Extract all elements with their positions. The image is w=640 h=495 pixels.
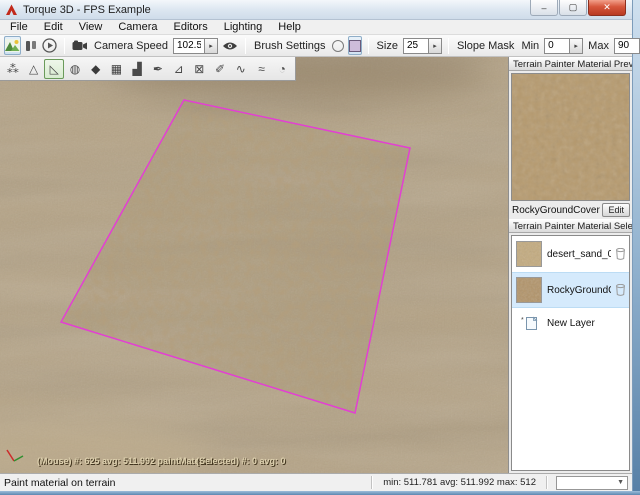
camera-speed-input[interactable] bbox=[173, 38, 205, 54]
material-preview-image bbox=[511, 73, 630, 201]
mouse-stats: (Mouse) #: 625 avg: 511.992 paintMateria… bbox=[37, 456, 213, 466]
torque-logo-icon bbox=[5, 4, 18, 16]
lower-height-slope-icon[interactable]: ◺ bbox=[44, 59, 64, 79]
play-icon bbox=[42, 38, 57, 53]
material-preview-header: Terrain Painter Material Preview bbox=[509, 57, 632, 71]
material-selector-header: Terrain Painter Material Selector bbox=[509, 219, 632, 233]
edit-material-button[interactable]: Edit bbox=[602, 203, 630, 217]
close-button[interactable]: ✕ bbox=[588, 0, 626, 16]
flatten-icon[interactable]: ▟ bbox=[127, 59, 147, 79]
camera-speed-label: Camera Speed bbox=[94, 40, 168, 52]
set-height-icon[interactable]: ▦ bbox=[107, 59, 127, 79]
grab-terrain-icon[interactable]: ⁂ bbox=[3, 59, 23, 79]
min-label: Min bbox=[521, 40, 539, 52]
material-item-rocky-ground[interactable]: RockyGroundCover bbox=[512, 272, 629, 308]
slope-min-spin-arrow[interactable]: ▸ bbox=[570, 38, 583, 54]
minimize-button[interactable]: – bbox=[530, 0, 558, 16]
material-item-label: RockyGroundCover bbox=[547, 285, 611, 296]
soften-icon[interactable]: ✒ bbox=[148, 59, 168, 79]
columns-icon bbox=[25, 40, 37, 52]
menu-view[interactable]: View bbox=[71, 21, 111, 33]
max-label: Max bbox=[588, 40, 609, 52]
brush-circle-button[interactable] bbox=[331, 36, 345, 55]
selected-material-name: RockyGroundCover bbox=[512, 205, 600, 216]
app-window: Torque 3D - FPS Example – ▢ ✕ File Edit … bbox=[0, 0, 633, 491]
status-separator bbox=[546, 476, 548, 489]
camera-speed-spinner: ▸ bbox=[173, 38, 218, 54]
camera-speed-spin-arrow[interactable]: ▸ bbox=[205, 38, 218, 54]
terrain-render bbox=[0, 57, 508, 473]
status-dropdown[interactable]: ▼ bbox=[556, 476, 628, 490]
brush-settings-label: Brush Settings bbox=[254, 40, 326, 52]
toolbar-separator bbox=[64, 38, 65, 54]
window-title: Torque 3D - FPS Example bbox=[23, 4, 529, 16]
smooth-slope-icon[interactable]: ∿ bbox=[231, 59, 251, 79]
erode-icon[interactable]: ≈ bbox=[252, 59, 272, 79]
window-bottom-frame bbox=[0, 491, 640, 495]
paint-noise-icon[interactable]: ◆ bbox=[86, 59, 106, 79]
delete-material-icon[interactable] bbox=[616, 248, 625, 260]
new-layer-item[interactable]: * New Layer bbox=[512, 308, 629, 338]
raise-height-icon[interactable]: △ bbox=[24, 59, 44, 79]
desert-sand-thumbnail bbox=[516, 241, 542, 267]
material-list: desert_sand_03 bbox=[511, 235, 630, 471]
status-bar: Paint material on terrain min: 511.781 a… bbox=[0, 473, 632, 491]
size-spinner: ▸ bbox=[403, 38, 442, 54]
main-toolbar: Camera Speed ▸ Brush Settings Size ▸ Slo… bbox=[0, 35, 632, 57]
slope-min-spinner: ▸ bbox=[544, 38, 583, 54]
slope-min-input[interactable] bbox=[544, 38, 570, 54]
svg-text:*: * bbox=[521, 317, 524, 324]
selected-material-row: RockyGroundCover Edit bbox=[509, 202, 632, 219]
toolbar-separator bbox=[368, 38, 369, 54]
square-brush-icon bbox=[349, 40, 361, 52]
sphere-brush-icon[interactable]: ◔ bbox=[272, 59, 292, 79]
circle-brush-icon bbox=[332, 40, 344, 52]
size-label: Size bbox=[377, 40, 398, 52]
size-spin-arrow[interactable]: ▸ bbox=[429, 38, 442, 54]
status-message: Paint material on terrain bbox=[0, 477, 371, 489]
slope-max-input[interactable] bbox=[614, 38, 640, 54]
camera-menu-button[interactable] bbox=[71, 36, 89, 55]
ramp-icon[interactable]: ⊿ bbox=[169, 59, 189, 79]
menu-lighting[interactable]: Lighting bbox=[216, 21, 271, 33]
menu-bar: File Edit View Camera Editors Lighting H… bbox=[0, 20, 632, 35]
menu-camera[interactable]: Camera bbox=[110, 21, 165, 33]
delete-material-icon[interactable] bbox=[616, 284, 625, 296]
slope-mask-label: Slope Mask bbox=[457, 40, 514, 52]
world-editor-button[interactable] bbox=[4, 36, 21, 55]
size-input[interactable] bbox=[403, 38, 429, 54]
slope-max-spinner: ▸ bbox=[614, 38, 640, 54]
menu-file[interactable]: File bbox=[2, 21, 36, 33]
landscape-icon bbox=[5, 39, 20, 52]
title-bar[interactable]: Torque 3D - FPS Example – ▢ ✕ bbox=[0, 0, 632, 20]
toolbar-separator bbox=[245, 38, 246, 54]
smooth-icon[interactable]: ◍ bbox=[65, 59, 85, 79]
paint-material-icon[interactable]: ✐ bbox=[210, 59, 230, 79]
material-item-label: New Layer bbox=[547, 318, 626, 329]
menu-edit[interactable]: Edit bbox=[36, 21, 71, 33]
height-stats: min: 511.781 avg: 511.992 max: 512 bbox=[373, 477, 546, 488]
material-item-desert-sand[interactable]: desert_sand_03 bbox=[512, 236, 629, 272]
rocky-ground-thumbnail bbox=[516, 277, 542, 303]
menu-help[interactable]: Help bbox=[270, 21, 309, 33]
terrain-tool-palette: ⁂ △ ◺ ◍ ◆ ▦ ▟ ✒ ⊿ ⊠ ✐ ∿ ≈ ◔ bbox=[0, 57, 296, 81]
maximize-button[interactable]: ▢ bbox=[559, 0, 587, 16]
viewport-overlay-stats: (Mouse) #: 625 avg: 511.992 paintMateria… bbox=[0, 456, 508, 470]
play-game-button[interactable] bbox=[41, 36, 58, 55]
terrain-painter-panel: Terrain Painter Material Preview RockyGr… bbox=[508, 57, 632, 473]
visibility-button[interactable] bbox=[221, 36, 239, 55]
menu-editors[interactable]: Editors bbox=[165, 21, 215, 33]
main-area: ⁂ △ ◺ ◍ ◆ ▦ ▟ ✒ ⊿ ⊠ ✐ ∿ ≈ ◔ (Mouse) #: 6… bbox=[0, 57, 632, 473]
chevron-down-icon: ▼ bbox=[617, 479, 627, 486]
eye-icon bbox=[222, 41, 238, 51]
material-item-label: desert_sand_03 bbox=[547, 249, 611, 260]
clear-terrain-icon[interactable]: ⊠ bbox=[189, 59, 209, 79]
toolbar-separator bbox=[448, 38, 449, 54]
viewport-3d[interactable]: ⁂ △ ◺ ◍ ◆ ▦ ▟ ✒ ⊿ ⊠ ✐ ∿ ≈ ◔ (Mouse) #: 6… bbox=[0, 57, 508, 473]
new-layer-icon: * bbox=[516, 316, 542, 331]
brush-square-button[interactable] bbox=[348, 36, 362, 55]
object-editor-button[interactable] bbox=[24, 36, 38, 55]
camera-icon bbox=[72, 40, 88, 51]
selected-stats: (Selected) #: 0 avg: 0 bbox=[196, 456, 286, 466]
